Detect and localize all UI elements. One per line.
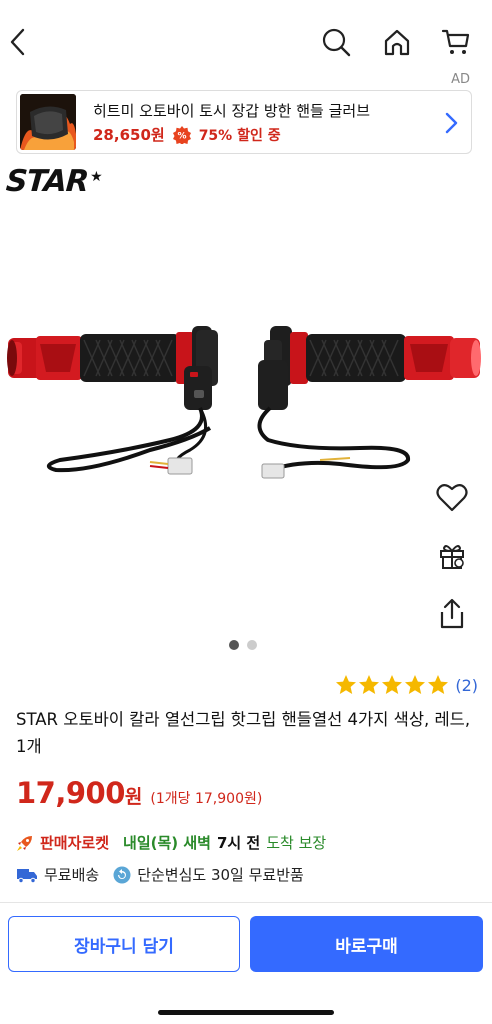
price-amount: 17,900: [16, 776, 125, 810]
search-icon[interactable]: [318, 24, 354, 60]
ad-price-row: 28,650원 % 75% 할인 중: [93, 124, 281, 145]
delivery-info: 판매자로켓 내일(목) 새벽 7시 전 도착 보장: [16, 832, 326, 853]
home-icon[interactable]: [379, 24, 415, 60]
ad-thumbnail: [20, 94, 76, 150]
ad-banner[interactable]: 히트미 오토바이 토시 장갑 방한 핸들 글러브 28,650원 % 75% 할…: [16, 90, 472, 154]
star-icon: [335, 674, 357, 696]
carousel-dot[interactable]: [247, 640, 257, 650]
seller-rocket-label: 판매자로켓: [40, 834, 110, 852]
add-to-cart-button[interactable]: 장바구니 담기: [8, 916, 240, 972]
cart-icon[interactable]: [438, 24, 474, 60]
brand-name: STAR: [4, 164, 90, 199]
price: 17,900원: [16, 776, 142, 810]
free-shipping-label: 무료배송: [44, 866, 100, 884]
chevron-right-icon[interactable]: [441, 111, 461, 135]
carousel-dot[interactable]: [229, 640, 239, 650]
top-navigation-bar: [0, 0, 492, 80]
home-indicator: [158, 1010, 334, 1015]
price-currency: 원: [124, 786, 143, 808]
star-icon: [381, 674, 403, 696]
rating[interactable]: (2): [335, 674, 478, 696]
divider: [0, 902, 492, 903]
price-row: 17,900원 (1개당 17,900원): [16, 776, 262, 810]
svg-text:%: %: [177, 131, 186, 141]
gift-icon[interactable]: [432, 536, 472, 576]
delivery-eta-suffix: 도착 보장: [266, 834, 327, 852]
ad-title: 히트미 오토바이 토시 장갑 방한 핸들 글러브: [93, 102, 371, 120]
return-icon: [113, 866, 131, 884]
delivery-eta-time: 7시 전: [216, 834, 261, 852]
carousel-dots: [229, 640, 257, 650]
review-count[interactable]: (2): [455, 676, 478, 695]
unit-price: (1개당 17,900원): [150, 791, 263, 807]
brand-star-mark: ★: [90, 168, 103, 185]
free-return-label: 단순변심도 30일 무료반품: [137, 866, 304, 884]
product-title: STAR 오토바이 칼라 열선그립 핫그립 핸들열선 4가지 색상, 레드, 1…: [16, 710, 471, 756]
share-icon[interactable]: [432, 594, 472, 634]
ad-discount: 75% 할인 중: [198, 127, 281, 144]
benefits-row: 무료배송 단순변심도 30일 무료반품: [16, 864, 304, 885]
brand-logo: STAR ★: [4, 164, 103, 199]
delivery-eta-prefix: 내일(목) 새벽: [123, 834, 211, 852]
truck-icon: [16, 866, 38, 884]
star-icon: [358, 674, 380, 696]
rocket-icon: [16, 834, 34, 852]
product-image[interactable]: [0, 300, 492, 500]
ad-price: 28,650원: [93, 126, 165, 144]
discount-badge-icon: %: [172, 125, 191, 145]
buy-now-button[interactable]: 바로구매: [250, 916, 483, 972]
ad-label: AD: [451, 72, 470, 87]
wishlist-heart-icon[interactable]: [432, 478, 472, 518]
star-icon: [404, 674, 426, 696]
back-arrow-icon[interactable]: [0, 24, 36, 60]
star-icon: [427, 674, 449, 696]
